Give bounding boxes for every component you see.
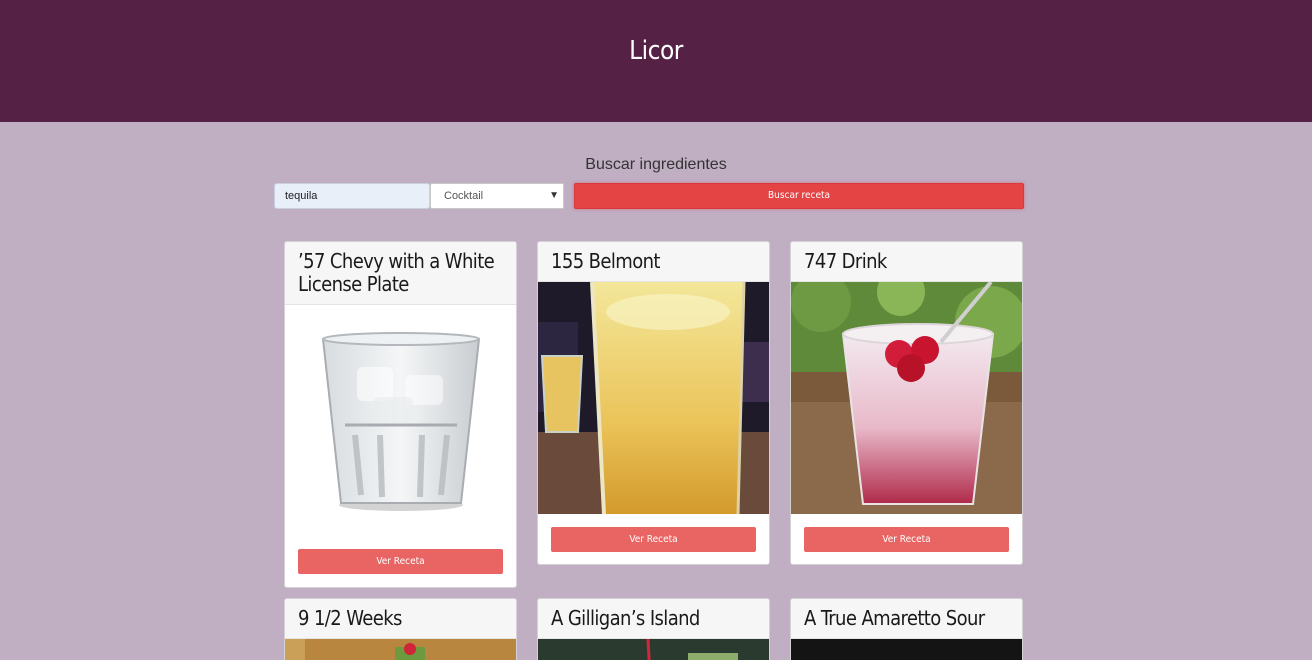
site-title: Licor: [629, 36, 683, 66]
drink-name: A Gilligan’s Island: [538, 599, 769, 639]
drink-name: 9 1/2 Weeks: [285, 599, 516, 639]
search-recipe-button[interactable]: Buscar receta: [574, 183, 1024, 209]
category-select-value: Cocktail: [444, 190, 484, 202]
drink-card: 155 Belmont Ver Receta: [537, 241, 770, 565]
drink-image: [791, 282, 1022, 514]
drink-image: [285, 305, 516, 537]
drink-card: A True Amaretto Sour: [790, 598, 1023, 660]
search-label: Buscar ingredientes: [585, 156, 727, 173]
page-header: Licor: [0, 0, 1312, 122]
view-recipe-button[interactable]: Ver Receta: [804, 527, 1009, 552]
drink-name: 747 Drink: [791, 242, 1022, 282]
drink-card: A Gilligan’s Island: [537, 598, 770, 660]
drink-name: 155 Belmont: [538, 242, 769, 282]
drink-image: [791, 639, 1022, 660]
drink-card: ’57 Chevy with a White License Plate Ver…: [284, 241, 517, 588]
category-select[interactable]: Cocktail ▼: [430, 183, 564, 209]
view-recipe-button[interactable]: Ver Receta: [551, 527, 756, 552]
drink-card: 9 1/2 Weeks: [284, 598, 517, 660]
drink-image: [538, 639, 769, 660]
ingredient-input[interactable]: [274, 183, 430, 209]
view-recipe-button[interactable]: Ver Receta: [298, 549, 503, 574]
drink-name: A True Amaretto Sour: [791, 599, 1022, 639]
drink-name: ’57 Chevy with a White License Plate: [285, 242, 516, 305]
chevron-down-icon: ▼: [549, 190, 559, 201]
drink-image: [538, 282, 769, 514]
drink-image: [285, 639, 516, 660]
drink-card: 747 Drink Ver Receta: [790, 241, 1023, 565]
